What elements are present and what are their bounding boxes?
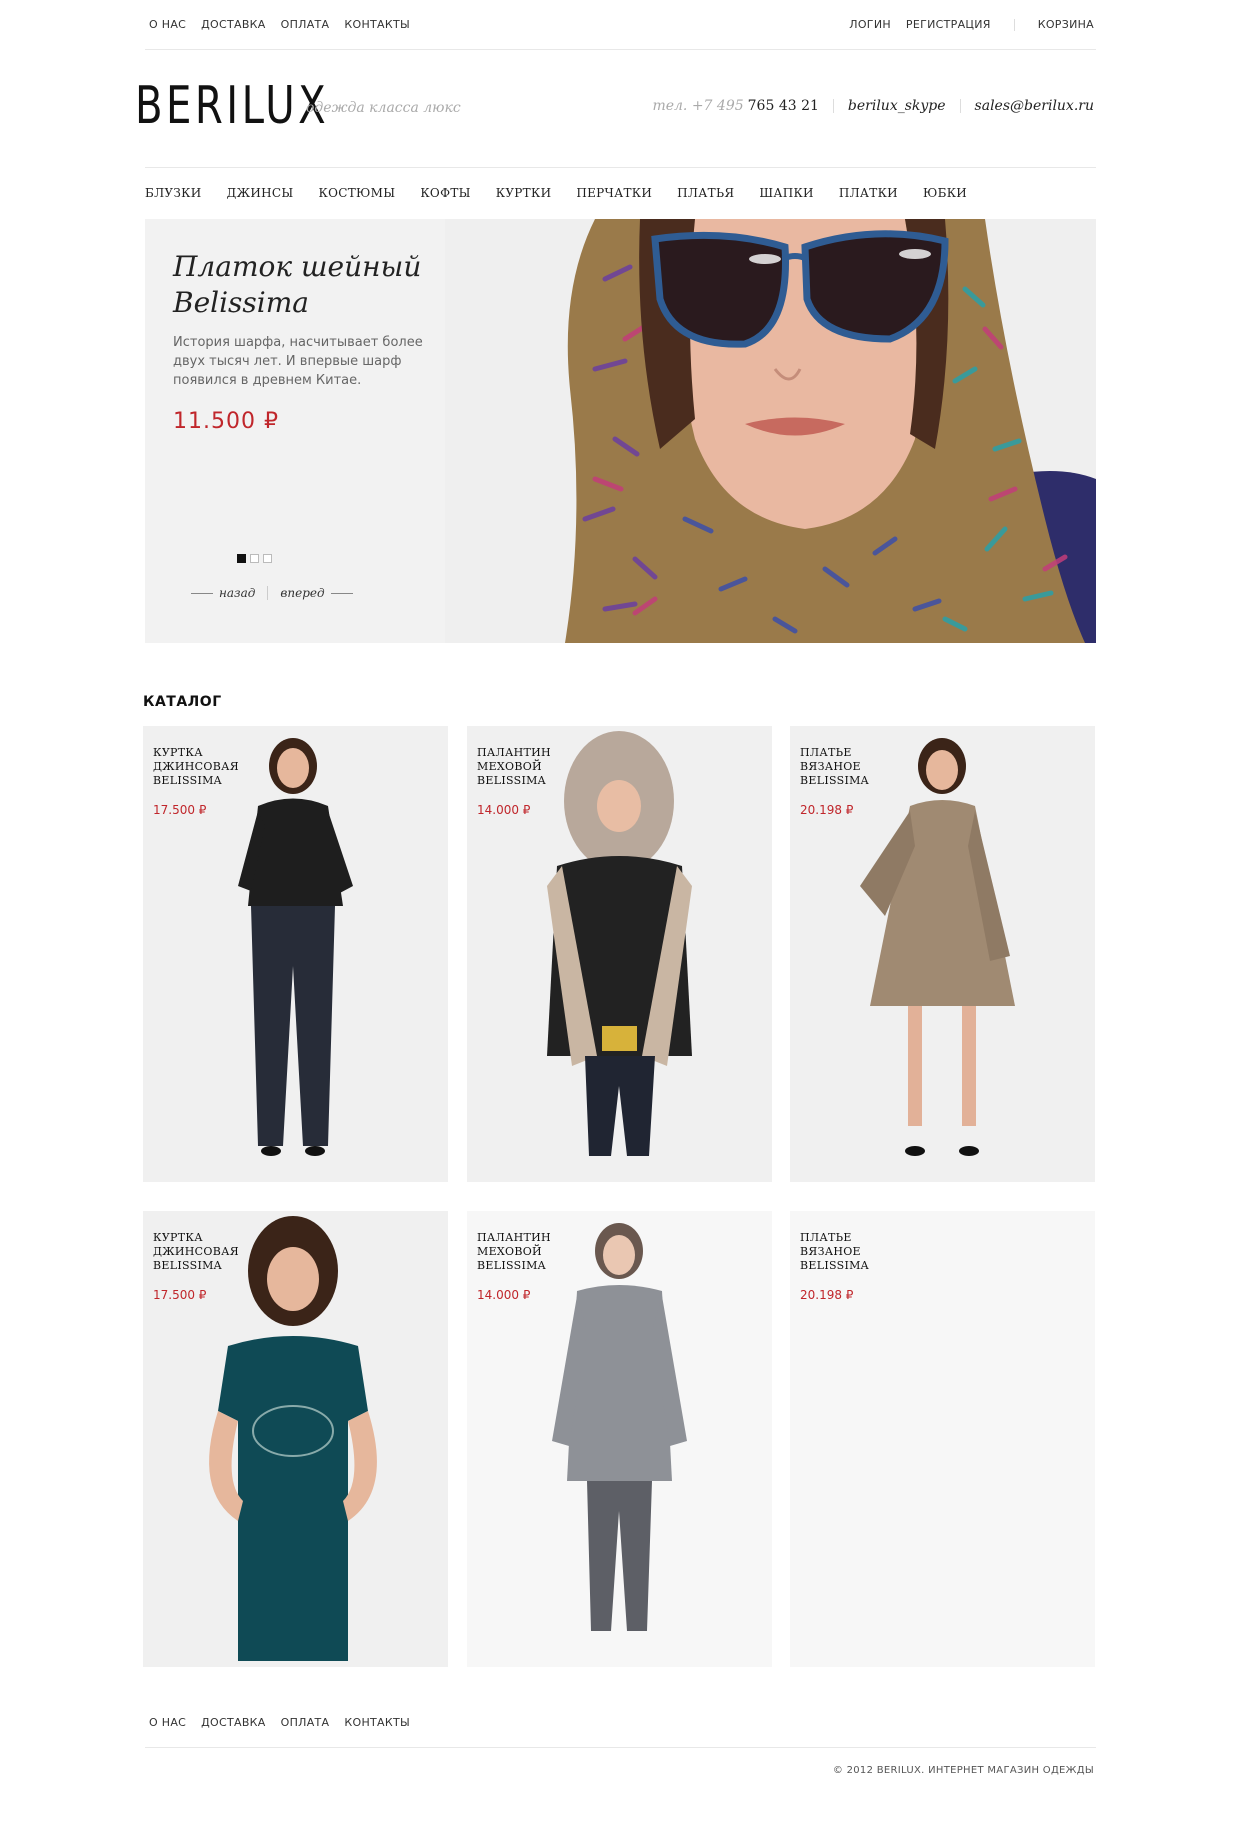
divider [145, 167, 1096, 168]
slider-prev-button[interactable]: назад [219, 586, 255, 600]
email-link[interactable]: sales@berilux.ru [975, 98, 1094, 114]
hero-description: История шарфа, насчитывает более двух ты… [173, 335, 423, 388]
footer-about-link[interactable]: О НАС [149, 1716, 186, 1729]
product-photo [552, 1223, 687, 1631]
hero-title-line1: Платок шейный [173, 250, 422, 283]
product-card[interactable]: ПЛАТЬЕ ВЯЗАНОЕ BELISSIMA 20.198 ₽ [790, 726, 1095, 1182]
nav-delivery-link[interactable]: ДОСТАВКА [201, 18, 265, 31]
product-card[interactable]: ПАЛАНТИН МЕХОВОЙ BELISSIMA 14.000 ₽ [467, 1211, 772, 1667]
nav-about-link[interactable]: О НАС [149, 18, 186, 31]
slider-dot-1[interactable] [237, 554, 246, 563]
product-name: ПАЛАНТИН МЕХОВОЙ BELISSIMA [477, 746, 551, 787]
product-name: КУРТКА ДЖИНСОВАЯ BELISSIMA [153, 746, 239, 787]
product-photo [860, 738, 1015, 1156]
product-price: 20.198 ₽ [800, 803, 854, 817]
nav-contacts-link[interactable]: КОНТАКТЫ [344, 18, 410, 31]
category-nav: БЛУЗКИ ДЖИНСЫ КОСТЮМЫ КОФТЫ КУРТКИ ПЕРЧА… [145, 186, 992, 200]
product-photo [238, 738, 353, 1156]
logo[interactable]: BERILUX [135, 78, 329, 134]
divider [1013, 18, 1015, 31]
product-price: 17.500 ₽ [153, 803, 207, 817]
login-link[interactable]: ЛОГИН [849, 18, 891, 31]
footer-payment-link[interactable]: ОПЛАТА [281, 1716, 330, 1729]
phone-label: тел. +7 495 [652, 98, 744, 114]
footer-nav: О НАС ДОСТАВКА ОПЛАТА КОНТАКТЫ [149, 1716, 410, 1729]
divider [832, 99, 834, 113]
nav-payment-link[interactable]: ОПЛАТА [281, 18, 330, 31]
register-link[interactable]: РЕГИСТРАЦИЯ [906, 18, 991, 31]
divider [959, 99, 961, 113]
product-photo [547, 731, 692, 1156]
category-gloves[interactable]: ПЕРЧАТКИ [576, 186, 652, 200]
product-name: ПЛАТЬЕ ВЯЗАНОЕ BELISSIMA [800, 746, 869, 787]
category-sweaters[interactable]: КОФТЫ [420, 186, 470, 200]
category-dresses[interactable]: ПЛАТЬЯ [677, 186, 734, 200]
hero-slider: Платок шейный Belissima История шарфа, н… [145, 219, 1096, 643]
slider-next-button[interactable]: вперед [280, 586, 324, 600]
category-suits[interactable]: КОСТЮМЫ [319, 186, 396, 200]
slider-dot-2[interactable] [250, 554, 259, 563]
product-photo [209, 1216, 377, 1661]
product-name: ПЛАТЬЕ ВЯЗАНОЕ BELISSIMA [800, 1231, 869, 1272]
product-price: 14.000 ₽ [477, 1288, 531, 1302]
footer-contacts-link[interactable]: КОНТАКТЫ [344, 1716, 410, 1729]
tagline: одежда класса люкс [306, 100, 461, 116]
catalog-title: КАТАЛОГ [143, 694, 222, 710]
hero-title: Платок шейный Belissima [173, 249, 421, 321]
copyright: © 2012 BERILUX. ИНТЕРНЕТ МАГАЗИН ОДЕЖДЫ [832, 1765, 1094, 1776]
hero-title-line2: Belissima [173, 286, 309, 319]
product-card[interactable]: ПАЛАНТИН МЕХОВОЙ BELISSIMA 14.000 ₽ [467, 726, 772, 1182]
hero-photo [445, 219, 1096, 643]
product-card[interactable]: ПЛАТЬЕ ВЯЗАНОЕ BELISSIMA 20.198 ₽ [790, 1211, 1095, 1667]
category-hats[interactable]: ШАПКИ [759, 186, 814, 200]
category-scarves[interactable]: ПЛАТКИ [839, 186, 898, 200]
category-jackets[interactable]: КУРТКИ [496, 186, 552, 200]
divider [145, 1747, 1096, 1748]
slider-dots [237, 554, 272, 563]
footer-delivery-link[interactable]: ДОСТАВКА [201, 1716, 265, 1729]
slider-controls: назад вперед [185, 586, 359, 600]
phone-number: 765 43 21 [747, 98, 819, 114]
product-name: ПАЛАНТИН МЕХОВОЙ BELISSIMA [477, 1231, 551, 1272]
skype-link[interactable]: berilux_skype [848, 98, 946, 114]
divider [145, 49, 1096, 50]
product-price: 14.000 ₽ [477, 803, 531, 817]
contacts: тел. +7 495 765 43 21 berilux_skype sale… [652, 98, 1094, 114]
slider-dot-3[interactable] [263, 554, 272, 563]
product-name: КУРТКА ДЖИНСОВАЯ BELISSIMA [153, 1231, 239, 1272]
cart-link[interactable]: КОРЗИНА [1038, 18, 1094, 31]
divider [267, 586, 269, 600]
account-nav: ЛОГИН РЕГИСТРАЦИЯ КОРЗИНА [849, 18, 1094, 31]
product-card[interactable]: КУРТКА ДЖИНСОВАЯ BELISSIMA 17.500 ₽ [143, 1211, 448, 1667]
arrow-left-icon [191, 592, 213, 594]
category-blouses[interactable]: БЛУЗКИ [145, 186, 202, 200]
product-price: 20.198 ₽ [800, 1288, 854, 1302]
product-price: 17.500 ₽ [153, 1288, 207, 1302]
category-jeans[interactable]: ДЖИНСЫ [227, 186, 294, 200]
category-skirts[interactable]: ЮБКИ [923, 186, 967, 200]
hero-price: 11.500 ₽ [173, 409, 279, 434]
arrow-right-icon [330, 592, 353, 594]
product-card[interactable]: КУРТКА ДЖИНСОВАЯ BELISSIMA 17.500 ₽ [143, 726, 448, 1182]
top-nav: О НАС ДОСТАВКА ОПЛАТА КОНТАКТЫ [149, 18, 410, 31]
